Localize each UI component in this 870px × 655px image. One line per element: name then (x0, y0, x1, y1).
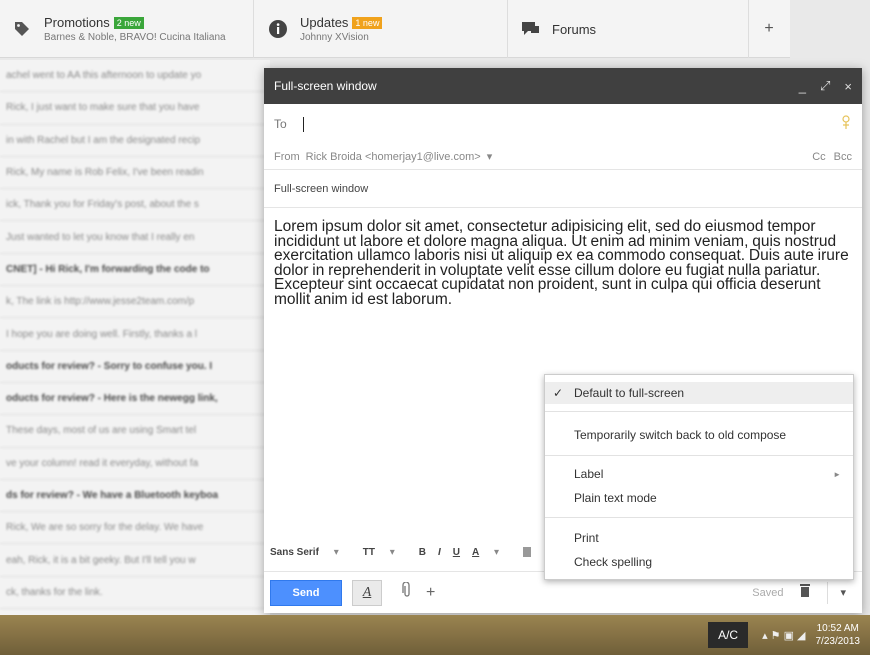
bcc-button[interactable]: Bcc (834, 151, 852, 163)
font-size-icon: TT (362, 546, 375, 558)
menu-item-old-compose[interactable]: Temporarily switch back to old compose (545, 424, 853, 446)
trash-icon[interactable] (799, 583, 811, 602)
italic-button[interactable]: I (438, 547, 441, 558)
menu-item-label-submenu[interactable]: Label ► (545, 463, 853, 485)
to-label: To (274, 117, 287, 131)
list-item[interactable]: Rick, My name is Rob Felix, I've been re… (0, 157, 270, 190)
text-color-icon: A (472, 546, 480, 558)
list-item[interactable]: CNET] - Hi Rick, I'm forwarding the code… (0, 254, 270, 287)
tab-promotions[interactable]: Promotions 2 new Barnes & Noble, BRAVO! C… (0, 0, 253, 58)
list-item[interactable]: I hope you are doing well. Firstly, than… (0, 318, 270, 351)
list-item[interactable]: k, The link is http://www.jesse2team.com… (0, 286, 270, 319)
menu-divider (545, 517, 853, 518)
tag-icon (10, 17, 34, 41)
list-item[interactable]: These days, most of us are using Smart t… (0, 415, 270, 448)
menu-item-label: Default to full-screen (574, 386, 685, 400)
footer-divider (827, 581, 829, 604)
contact-person-icon[interactable] (840, 114, 852, 134)
ac-indicator[interactable]: A/C (708, 622, 749, 648)
menu-item-check-spelling[interactable]: Check spelling (545, 551, 853, 573)
info-icon (266, 17, 290, 41)
menu-divider (545, 455, 853, 456)
menu-divider (545, 411, 853, 412)
from-label: From (274, 150, 300, 163)
send-button[interactable]: Send (270, 579, 342, 606)
compose-header: Full-screen window _ ⤢ × (264, 68, 862, 104)
tray-icons[interactable]: ▴ ⚑ ▣ ◢ (762, 629, 805, 642)
tab-promotions-label: Promotions (44, 15, 110, 30)
list-item[interactable]: ve your column! read it everyday, withou… (0, 448, 270, 480)
subject-field[interactable]: Full-screen window (264, 170, 862, 208)
from-address[interactable]: Rick Broida <homerjay1@live.com> (306, 151, 481, 163)
list-item[interactable]: ds for review? - We have a Bluetooth key… (0, 480, 270, 513)
menu-item-print[interactable]: Print (545, 527, 853, 549)
underline-button[interactable]: U (453, 547, 460, 558)
formatting-options-button[interactable]: A (352, 579, 382, 606)
system-tray: A/C ▴ ⚑ ▣ ◢ 10:52 AM 7/23/2013 (708, 615, 870, 655)
more-options-menu: ✓ Default to full-screen Temporarily swi… (544, 374, 854, 580)
text-color-button[interactable]: A ▾ (472, 547, 511, 558)
plus-icon: + (764, 20, 774, 37)
more-options-button[interactable]: ▾ (840, 586, 846, 599)
list-item[interactable]: achel went to AA this afternoon to updat… (0, 60, 270, 93)
tab-forums[interactable]: Forums (508, 0, 748, 58)
menu-item-label: Temporarily switch back to old compose (574, 428, 787, 442)
list-item[interactable]: oducts for review? - Sorry to confuse yo… (0, 351, 270, 383)
minimize-icon[interactable]: _ (799, 79, 806, 94)
chat-bubble-icon (518, 17, 542, 41)
tab-updates-label: Updates (300, 15, 349, 30)
font-family-label: Sans Serif (270, 546, 319, 558)
tab-forums-label: Forums (552, 21, 597, 37)
chevron-down-icon[interactable]: ▾ (487, 150, 493, 163)
saved-status: Saved (752, 586, 784, 599)
menu-item-label: Label (574, 467, 604, 481)
mail-list: achel went to AA this afternoon to updat… (0, 60, 270, 615)
align-icon[interactable] (523, 547, 532, 557)
category-tabs: Promotions 2 new Barnes & Noble, BRAVO! C… (0, 0, 790, 58)
tab-updates-senders: Johnny XVision (300, 32, 369, 43)
list-item[interactable]: oducts for review? - Here is the newegg … (0, 383, 270, 416)
new-count-badge: 2 new (113, 17, 144, 29)
list-item[interactable]: Just wanted to let you know that I reall… (0, 221, 270, 254)
attach-file-icon[interactable] (402, 581, 412, 603)
chevron-down-icon: ▾ (389, 546, 395, 558)
menu-item-label: Print (574, 531, 599, 545)
bold-button[interactable]: B (419, 547, 426, 558)
insert-more-icon[interactable]: + (426, 584, 435, 602)
font-family-select[interactable]: Sans Serif ▾ (270, 547, 351, 558)
list-item[interactable]: Rick, We are so sorry for the delay. We … (0, 512, 270, 545)
taskbar: A/C ▴ ⚑ ▣ ◢ 10:52 AM 7/23/2013 (0, 615, 870, 655)
checkmark-icon: ✓ (553, 386, 564, 400)
close-icon[interactable]: × (844, 79, 852, 94)
add-tab-button[interactable]: + (749, 0, 789, 58)
expand-icon[interactable]: ⤢ (820, 78, 830, 94)
submenu-arrow-icon: ► (833, 469, 841, 479)
list-item[interactable]: Rick, I just want to make sure that you … (0, 92, 270, 125)
clock-date: 7/23/2013 (815, 636, 861, 647)
chevron-down-icon: ▾ (333, 546, 339, 558)
list-item[interactable]: eah, Rick, it is a bit geeky. But I'll t… (0, 544, 270, 577)
list-item[interactable]: in with Rachel but I am the designated r… (0, 125, 270, 157)
cc-button[interactable]: Cc (812, 151, 825, 163)
clock[interactable]: 10:52 AM 7/23/2013 (816, 622, 861, 648)
tab-promotions-senders: Barnes & Noble, BRAVO! Cucina Italiana (44, 32, 226, 43)
message-body[interactable]: Lorem ipsum dolor sit amet, consectetur … (264, 208, 862, 307)
menu-item-default-full-screen[interactable]: ✓ Default to full-screen (545, 382, 853, 404)
from-field: From Rick Broida <homerjay1@live.com> ▾ … (264, 144, 862, 170)
menu-item-label: Check spelling (574, 555, 653, 569)
formatting-toolbar: Sans Serif ▾ TT ▾ B I U A ▾ (270, 539, 550, 565)
tab-updates[interactable]: Updates 1 new Johnny XVision (254, 0, 507, 58)
list-item[interactable]: ick, Thank you for Friday's post, about … (0, 189, 270, 222)
text-cursor (302, 116, 304, 132)
chevron-down-icon: ▾ (494, 546, 500, 558)
menu-item-label: Plain text mode (574, 491, 657, 505)
to-field[interactable]: To (264, 104, 862, 144)
new-count-badge: 1 new (352, 17, 383, 29)
clock-time: 10:52 AM (816, 623, 859, 634)
font-size-select[interactable]: TT ▾ (363, 547, 407, 558)
list-item[interactable]: ck, thanks for the link. (0, 577, 270, 610)
menu-item-plain-text[interactable]: Plain text mode (545, 487, 853, 509)
compose-title: Full-screen window (274, 79, 377, 93)
